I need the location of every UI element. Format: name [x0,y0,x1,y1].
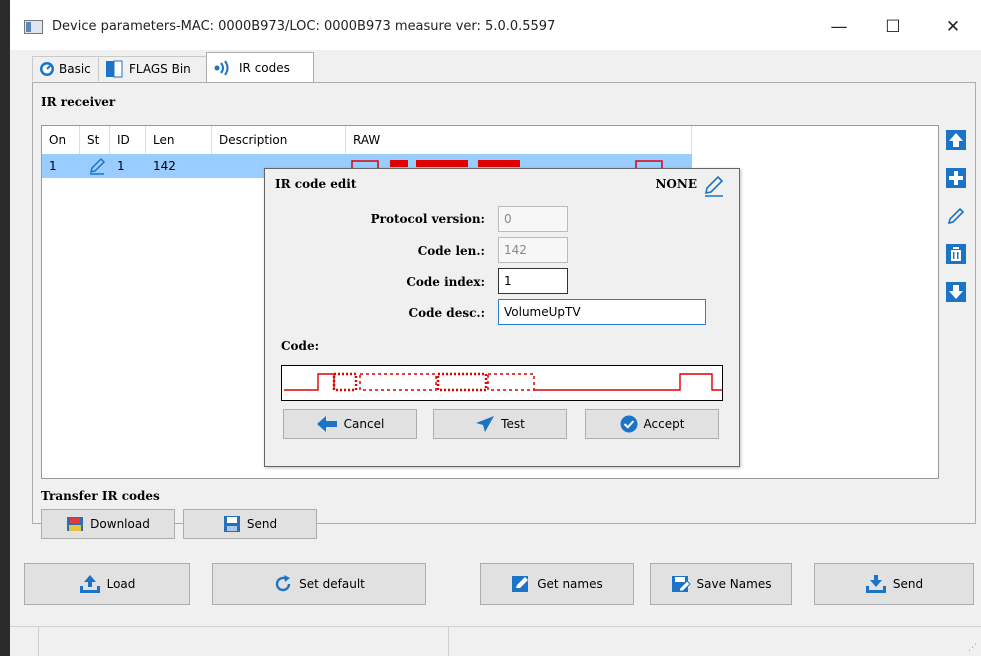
code-len-field[interactable]: 142 [498,237,568,263]
send-disk-icon [223,516,240,532]
grid-header: On St ID Len Description RAW [42,126,692,154]
ir-code-edit-dialog: IR code edit NONE Protocol version: 0 Co… [264,168,740,467]
ir-waveform [284,372,722,392]
arrow-down-icon [946,282,966,302]
col-raw[interactable]: RAW [346,126,692,154]
code-index-field[interactable]: 1 [498,268,568,294]
save-names-label: Save Names [696,577,772,591]
app-icon [24,20,43,34]
ir-signal-icon [214,59,229,76]
send-button[interactable]: Send [814,563,974,605]
transfer-heading: Transfer IR codes [41,489,160,503]
window-title: Device parameters-MAC: 0000B973/LOC: 000… [52,19,556,34]
protocol-version-field[interactable]: 0 [498,206,568,232]
flag-block-icon [106,60,123,78]
save-names-button[interactable]: Save Names [650,563,792,605]
minimize-button[interactable]: — [816,10,862,44]
dialog-title: IR code edit [275,177,357,191]
col-st[interactable]: St [80,126,110,154]
send-label: Send [892,577,924,591]
protocol-version-label: Protocol version: [370,212,485,226]
set-default-button[interactable]: Set default [212,563,426,605]
edit-document-icon [512,576,529,592]
code-label: Code: [281,339,320,353]
add-button[interactable] [941,163,971,193]
col-len[interactable]: Len [146,126,212,154]
tab-flags-bin-label: FLAGS Bin [129,62,191,76]
transfer-send-button[interactable]: Send [183,509,317,539]
tab-basic-label: Basic [59,62,91,76]
pencil-icon [947,207,965,225]
tab-ir-codes-label: IR codes [239,60,290,75]
code-desc-field[interactable]: VolumeUpTV [498,299,706,325]
dialog-accept-button[interactable]: Accept [585,409,719,439]
edit-button[interactable] [941,201,971,231]
gauge-icon [40,62,54,76]
pencil-icon [89,157,106,175]
cell-id: 1 [117,159,125,173]
upload-tray-icon [79,575,100,593]
tab-ir-codes[interactable]: IR codes [206,52,314,82]
col-description[interactable]: Description [212,126,346,154]
save-edit-icon [671,576,691,592]
title-bar: Device parameters-MAC: 0000B973/LOC: 000… [10,0,981,50]
status-divider [38,627,39,656]
check-circle-icon [620,415,638,433]
close-button[interactable]: ✕ [930,10,976,44]
cell-len: 142 [153,159,176,173]
accept-label: Accept [643,417,685,431]
refresh-icon [275,575,291,592]
cell-on: 1 [49,159,57,173]
cell-st [80,154,110,178]
move-up-button[interactable] [941,125,971,155]
maximize-button[interactable]: ☐ [870,10,916,44]
dialog-test-button[interactable]: Test [433,409,567,439]
back-arrow-icon [316,416,337,432]
download-icon [67,517,84,531]
get-names-label: Get names [537,577,603,591]
test-label: Test [501,417,525,431]
set-default-label: Set default [299,577,365,591]
resize-grip[interactable]: ⋰ [968,643,977,653]
status-bar: ⋰ [10,626,981,656]
code-len-label: Code len.: [417,244,485,258]
tab-flags-bin[interactable]: FLAGS Bin [98,56,220,81]
code-desc-label: Code desc.: [408,306,485,320]
status-divider [448,627,449,656]
delete-icon [946,244,966,264]
send-plane-icon [476,416,495,432]
code-state-label: NONE [655,177,697,191]
download-label: Download [90,517,150,531]
download-button[interactable]: Download [41,509,175,539]
code-index-label: Code index: [406,275,485,289]
ir-receiver-heading: IR receiver [41,95,116,109]
dialog-cancel-button[interactable]: Cancel [283,409,417,439]
arrow-up-icon [946,130,966,150]
load-label: Load [106,577,136,591]
plus-icon [946,168,966,188]
delete-button[interactable] [941,239,971,269]
move-down-button[interactable] [941,277,971,307]
get-names-button[interactable]: Get names [480,563,634,605]
col-id[interactable]: ID [110,126,146,154]
download-tray-icon [865,575,886,593]
cancel-label: Cancel [343,417,385,431]
pencil-icon[interactable] [703,173,725,197]
load-button[interactable]: Load [24,563,190,605]
transfer-send-label: Send [246,517,278,531]
code-waveform [281,365,723,401]
col-on[interactable]: On [42,126,80,154]
